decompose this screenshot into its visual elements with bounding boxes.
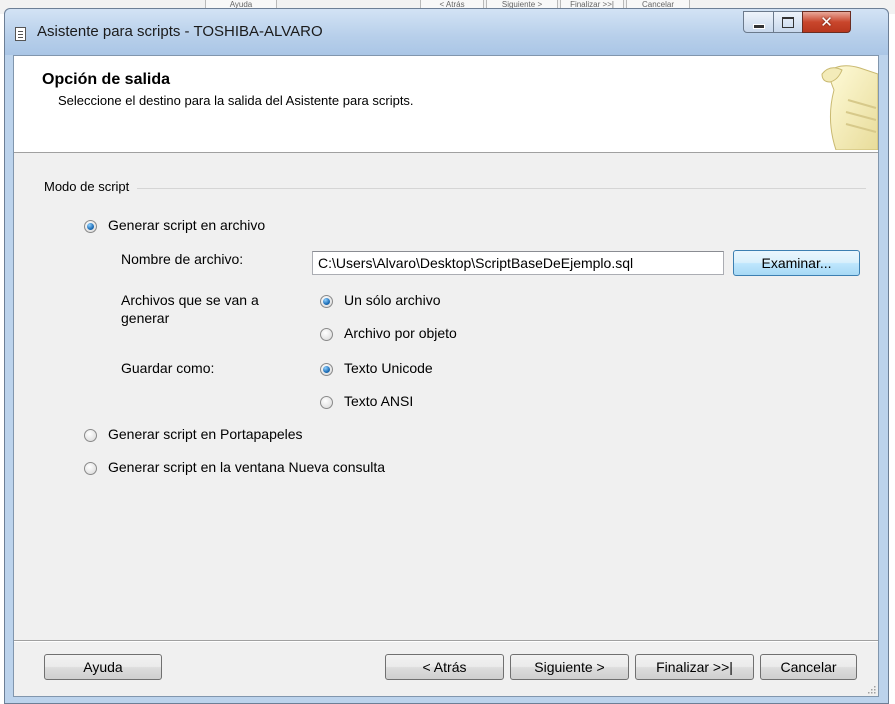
scroll-icon — [821, 65, 878, 150]
close-button[interactable]: ✕ — [802, 11, 851, 33]
resize-grip-icon[interactable] — [866, 684, 876, 694]
radio-ansi[interactable] — [320, 396, 333, 409]
help-button[interactable]: Ayuda — [44, 654, 162, 680]
page-title: Opción de salida — [42, 71, 171, 88]
radio-ansi-label[interactable]: Texto ANSI — [344, 393, 413, 409]
page-subtitle: Seleccione el destino para la salida del… — [58, 93, 414, 108]
group-label: Modo de script — [44, 179, 138, 194]
next-button[interactable]: Siguiente > — [510, 654, 629, 680]
minimize-icon — [752, 23, 765, 29]
title-bar[interactable]: Asistente para scripts - TOSHIBA-ALVARO … — [5, 9, 888, 55]
wizard-window: Asistente para scripts - TOSHIBA-ALVARO … — [4, 8, 889, 704]
finish-button[interactable]: Finalizar >>| — [635, 654, 754, 680]
radio-unicode[interactable] — [320, 363, 333, 376]
radio-clipboard[interactable] — [84, 429, 97, 442]
filename-input[interactable]: C:\Users\Alvaro\Desktop\ScriptBaseDeEjem… — [312, 251, 724, 275]
radio-new-query[interactable] — [84, 462, 97, 475]
window-title: Asistente para scripts - TOSHIBA-ALVARO — [37, 23, 323, 40]
radio-unicode-label[interactable]: Texto Unicode — [344, 360, 433, 376]
minimize-button[interactable] — [743, 11, 774, 33]
radio-file[interactable] — [84, 220, 97, 233]
browse-button[interactable]: Examinar... — [733, 250, 860, 276]
radio-file-label[interactable]: Generar script en archivo — [108, 217, 265, 233]
files-label-line1: Archivos que se van a — [121, 292, 259, 308]
group-divider — [44, 188, 866, 189]
filename-label: Nombre de archivo: — [121, 251, 244, 267]
wizard-header: Opción de salida Seleccione el destino p… — [14, 56, 878, 153]
radio-single-file[interactable] — [320, 295, 333, 308]
maximize-button[interactable] — [773, 11, 803, 33]
files-label-line2: generar — [121, 310, 170, 326]
app-icon — [15, 27, 26, 41]
radio-file-per-object[interactable] — [320, 328, 333, 341]
footer-divider — [14, 640, 878, 642]
radio-single-file-label[interactable]: Un sólo archivo — [344, 292, 441, 308]
close-icon: ✕ — [820, 12, 833, 31]
save-as-label: Guardar como: — [121, 360, 215, 376]
radio-file-per-object-label[interactable]: Archivo por objeto — [344, 325, 457, 341]
cancel-button[interactable]: Cancelar — [760, 654, 857, 680]
radio-new-query-label[interactable]: Generar script en la ventana Nueva consu… — [108, 459, 385, 475]
back-button[interactable]: < Atrás — [385, 654, 504, 680]
radio-clipboard-label[interactable]: Generar script en Portapapeles — [108, 426, 303, 442]
dialog-client-area: Opción de salida Seleccione el destino p… — [13, 55, 879, 697]
maximize-icon — [782, 16, 794, 28]
